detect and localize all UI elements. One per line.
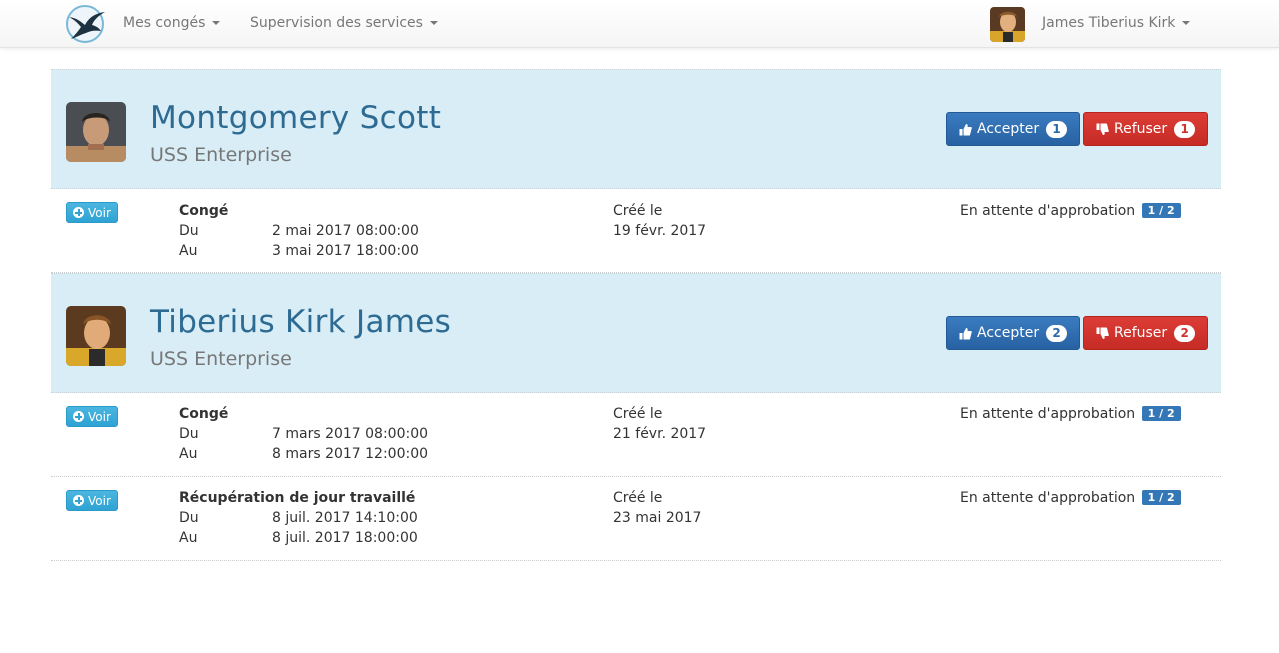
accept-all-button[interactable]: Accepter 1 xyxy=(946,112,1081,146)
view-label: Voir xyxy=(88,205,111,220)
thumbs-down-icon xyxy=(1096,327,1109,339)
request-type: Congé xyxy=(179,203,229,219)
employee-name: Tiberius Kirk James xyxy=(150,304,452,340)
view-label: Voir xyxy=(88,493,111,508)
status-badge: 1 / 2 xyxy=(1141,406,1181,421)
thumbs-down-icon xyxy=(1096,123,1109,135)
refuse-count-badge: 1 xyxy=(1174,120,1196,138)
refuse-all-button[interactable]: Refuser 1 xyxy=(1083,112,1209,146)
created-value: 19 févr. 2017 xyxy=(613,223,707,239)
view-request-button[interactable]: Voir xyxy=(66,202,118,223)
created-value: 21 févr. 2017 xyxy=(613,426,707,442)
to-label: Au xyxy=(179,530,198,546)
refuse-count-badge: 2 xyxy=(1174,324,1196,342)
leave-request-row: Voir Récupération de jour travaillé Du 8… xyxy=(51,477,1221,561)
caret-down-icon xyxy=(429,21,438,25)
caret-down-icon xyxy=(212,21,221,25)
plus-circle-icon xyxy=(73,411,84,422)
thumbs-up-icon xyxy=(959,123,972,135)
nav-user-name: James Tiberius Kirk xyxy=(1042,15,1176,31)
view-label: Voir xyxy=(88,409,111,424)
plus-circle-icon xyxy=(73,495,84,506)
top-navbar: Mes congés Supervision des services Jame… xyxy=(0,0,1279,48)
caret-down-icon xyxy=(1182,21,1191,25)
view-request-button[interactable]: Voir xyxy=(66,490,118,511)
request-status: En attente d'approbation 1 / 2 xyxy=(960,203,1181,219)
employee-service: USS Enterprise xyxy=(150,144,292,166)
request-type: Congé xyxy=(179,406,229,422)
plus-circle-icon xyxy=(73,207,84,218)
nav-user-menu[interactable]: James Tiberius Kirk xyxy=(1042,15,1191,31)
to-label: Au xyxy=(179,446,198,462)
status-text: En attente d'approbation xyxy=(960,490,1136,506)
accept-all-button[interactable]: Accepter 2 xyxy=(946,316,1081,350)
nav-supervision-services[interactable]: Supervision des services xyxy=(250,15,438,31)
to-label: Au xyxy=(179,243,198,259)
refuse-label: Refuser xyxy=(1114,121,1168,137)
accept-count-badge: 1 xyxy=(1046,120,1068,138)
from-label: Du xyxy=(179,426,199,442)
refuse-all-button[interactable]: Refuser 2 xyxy=(1083,316,1209,350)
requests-container: Montgomery Scott USS Enterprise Accepter… xyxy=(51,69,1221,561)
employee-avatar xyxy=(66,102,126,162)
created-value: 23 mai 2017 xyxy=(613,510,702,526)
employee-avatar xyxy=(66,306,126,366)
status-badge: 1 / 2 xyxy=(1141,203,1181,218)
from-value: 7 mars 2017 08:00:00 xyxy=(272,426,429,442)
from-label: Du xyxy=(179,223,199,239)
nav-mes-conges[interactable]: Mes congés xyxy=(123,15,221,31)
request-status: En attente d'approbation 1 / 2 xyxy=(960,406,1181,422)
employee-header: Montgomery Scott USS Enterprise Accepter… xyxy=(51,69,1221,189)
from-label: Du xyxy=(179,510,199,526)
swallow-logo-icon[interactable] xyxy=(65,4,107,44)
nav-supervision-label: Supervision des services xyxy=(250,15,423,31)
status-text: En attente d'approbation xyxy=(960,406,1136,422)
leave-request-row: Voir Congé Du 7 mars 2017 08:00:00 Au 8 … xyxy=(51,393,1221,477)
status-badge: 1 / 2 xyxy=(1141,490,1181,505)
request-type: Récupération de jour travaillé xyxy=(179,490,416,506)
view-request-button[interactable]: Voir xyxy=(66,406,118,427)
thumbs-up-icon xyxy=(959,327,972,339)
created-label: Créé le xyxy=(613,406,663,422)
to-value: 8 mars 2017 12:00:00 xyxy=(272,446,429,462)
user-avatar[interactable] xyxy=(990,7,1025,42)
accept-label: Accepter xyxy=(977,121,1040,137)
to-value: 8 juil. 2017 18:00:00 xyxy=(272,530,418,546)
refuse-label: Refuser xyxy=(1114,325,1168,341)
accept-count-badge: 2 xyxy=(1046,324,1068,342)
accept-label: Accepter xyxy=(977,325,1040,341)
employee-service: USS Enterprise xyxy=(150,348,292,370)
nav-mes-conges-label: Mes congés xyxy=(123,15,206,31)
created-label: Créé le xyxy=(613,203,663,219)
to-value: 3 mai 2017 18:00:00 xyxy=(272,243,419,259)
status-text: En attente d'approbation xyxy=(960,203,1136,219)
from-value: 2 mai 2017 08:00:00 xyxy=(272,223,419,239)
request-status: En attente d'approbation 1 / 2 xyxy=(960,490,1181,506)
leave-request-row: Voir Congé Du 2 mai 2017 08:00:00 Au 3 m… xyxy=(51,189,1221,273)
employee-name: Montgomery Scott xyxy=(150,100,442,136)
created-label: Créé le xyxy=(613,490,663,506)
employee-header: Tiberius Kirk James USS Enterprise Accep… xyxy=(51,273,1221,393)
from-value: 8 juil. 2017 14:10:00 xyxy=(272,510,418,526)
